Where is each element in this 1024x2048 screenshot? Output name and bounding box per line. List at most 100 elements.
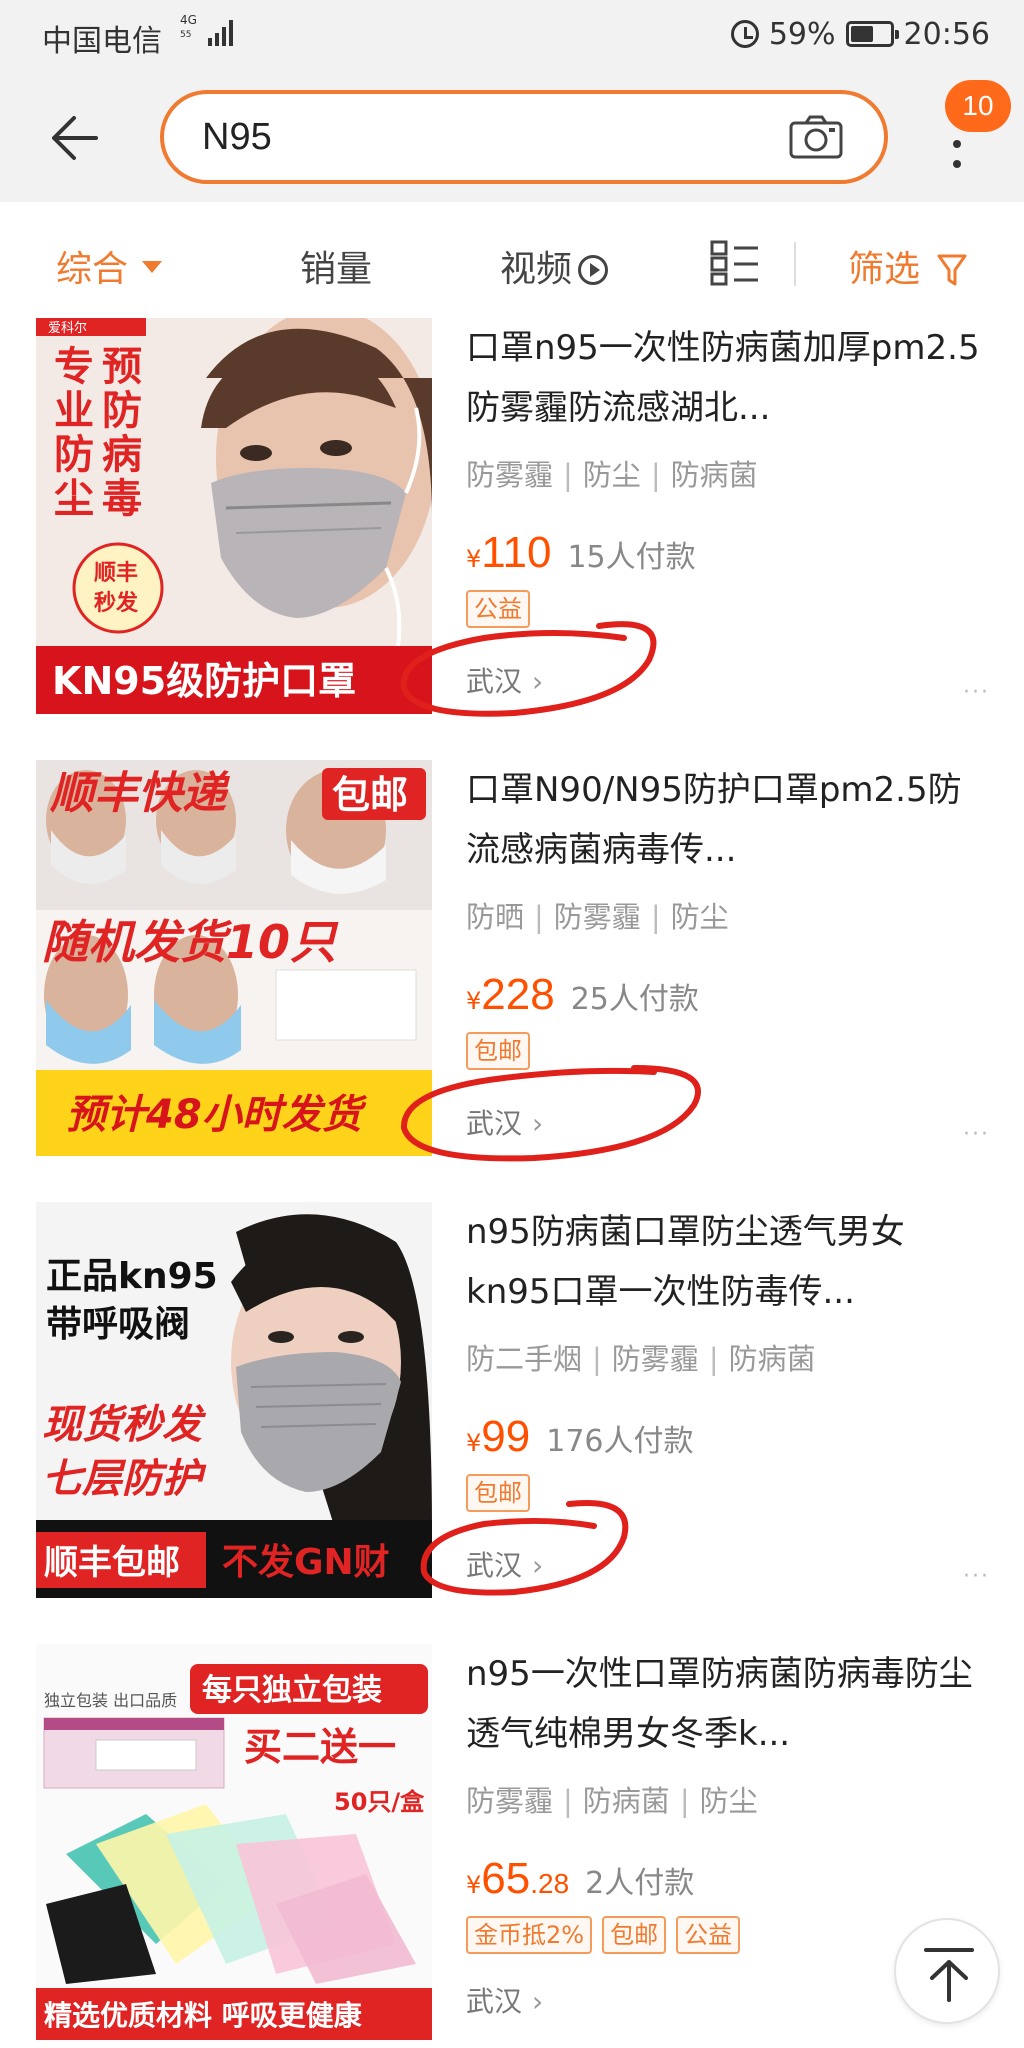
arrow-up-icon <box>924 1948 974 2002</box>
shop-location[interactable]: 武汉 › <box>466 660 986 700</box>
thumb-mid-2: 七层防护 <box>42 1456 207 1502</box>
thumb-badge-2: 秒发 <box>94 590 139 616</box>
funnel-icon <box>937 254 967 286</box>
more-dots-icon[interactable]: ··· <box>963 680 990 705</box>
thumb-top-left: 顺丰快递 <box>49 768 231 819</box>
sales-count: 176人付款 <box>546 1424 694 1459</box>
product-card[interactable]: 正品kn95 带呼吸阀 现货秒发 七层防护 顺丰包邮 不发GN财 n95防病菌口… <box>0 1202 1024 1642</box>
message-count-badge: 10 <box>945 80 1011 132</box>
price-line: ¥110 15人付款 <box>466 528 696 577</box>
product-price: 228 <box>481 970 555 1019</box>
chip-charity: 公益 <box>466 590 530 628</box>
thumb-top-left: 独立包装 出口品质 <box>44 1691 177 1710</box>
svg-text:防: 防 <box>54 432 94 478</box>
product-tags: 防二手烟 | 防雾霾 | 防病菌 <box>466 1342 816 1376</box>
product-card[interactable]: 独立包装 出口品质 每只独立包装 买二送一 50只/盒 精选优质材料 呼吸更健康… <box>0 1644 1024 2048</box>
search-results-page: 中国电信 4G 55 59% 20:56 N95 10 综合 销量 视频 筛选 … <box>0 0 1024 2048</box>
thumb-mid: 随机发货10只 <box>42 915 339 969</box>
product-info: 口罩n95一次性防病菌加厚pm2.5防雾霾防流感湖北... 防雾霾 | 防尘 | 防病菌… <box>466 318 986 700</box>
thumb-top-1: 正品kn95 <box>46 1256 218 1297</box>
shop-location[interactable]: 武汉 › <box>466 1544 986 1584</box>
svg-text:毒: 毒 <box>102 476 142 522</box>
price-line: ¥228 25人付款 <box>466 970 699 1019</box>
product-card[interactable]: 顺丰快递 包邮 随机发货10只 预计48小时发货 口罩N90/N95防护口罩pm… <box>0 760 1024 1200</box>
price-line: ¥99 176人付款 <box>466 1412 694 1461</box>
chip-free-shipping: 包邮 <box>466 1032 530 1070</box>
filter-button[interactable]: 筛选 <box>848 240 967 292</box>
back-to-top-button[interactable] <box>894 1918 1000 2024</box>
thumb-side-text-2: 预 <box>102 344 142 390</box>
search-header: N95 10 <box>0 70 1024 202</box>
product-price: 99 <box>481 1412 531 1461</box>
product-info: n95防病菌口罩防尘透气男女kn95口罩一次性防毒传... 防二手烟 | 防雾霾 | 防… <box>466 1202 986 1584</box>
search-input[interactable]: N95 <box>160 90 888 184</box>
product-price: 110 <box>481 528 552 577</box>
promo-chips: 包邮 <box>466 1032 986 1074</box>
battery-icon <box>845 21 899 47</box>
thumb-top-right: 包邮 <box>332 773 408 817</box>
clock: 20:56 <box>903 16 990 52</box>
sales-count: 25人付款 <box>570 982 699 1017</box>
thumb-top-right: 每只独立包装 <box>202 1673 382 1708</box>
product-image[interactable]: 爱科尔 专 业 防 尘 预 防 病 毒 顺丰 秒发 KN95级防护口罩 <box>36 318 432 714</box>
chip-free-shipping: 包邮 <box>602 1916 667 1954</box>
shop-location[interactable]: 武汉 › <box>466 1102 986 1142</box>
price-line: ¥65.28 2人付款 <box>466 1854 695 1903</box>
chip-free-shipping: 包邮 <box>466 1474 530 1512</box>
svg-text:防: 防 <box>102 388 142 434</box>
sort-filter-bar: 综合 销量 视频 筛选 <box>0 202 1024 314</box>
product-image[interactable]: 顺丰快递 包邮 随机发货10只 预计48小时发货 <box>36 760 432 1156</box>
search-query-text: N95 <box>202 116 272 158</box>
thumb-banner: KN95级防护口罩 <box>52 659 356 703</box>
sort-sales[interactable]: 销量 <box>300 240 372 292</box>
product-info: 口罩N90/N95防护口罩pm2.5防流感病菌病毒传... 防晒 | 防雾霾 | 防尘 … <box>466 760 986 1142</box>
thumb-bottom: 预计48小时发货 <box>66 1092 368 1138</box>
signal-icon <box>208 20 234 46</box>
chip-charity: 公益 <box>676 1916 741 1954</box>
status-bar: 中国电信 4G 55 59% 20:56 <box>0 0 1024 70</box>
status-right: 59% 20:56 <box>730 14 990 54</box>
carrier-name: 中国电信 <box>42 24 162 59</box>
chip-coin-discount: 金币抵2% <box>466 1916 593 1954</box>
product-price: 65 <box>481 1854 531 1903</box>
video-filter[interactable]: 视频 <box>500 240 609 292</box>
sales-count: 2人付款 <box>585 1866 695 1901</box>
dropdown-caret-icon <box>142 261 163 273</box>
product-tags: 防雾霾 | 防病菌 | 防尘 <box>466 1784 758 1818</box>
thumb-bottom-right: 不发GN财 <box>222 1542 390 1583</box>
thumb-badge-1: 顺丰 <box>94 561 138 586</box>
svg-text:业: 业 <box>54 388 94 434</box>
thumb-count: 50只/盒 <box>334 1788 425 1816</box>
product-image[interactable]: 独立包装 出口品质 每只独立包装 买二送一 50只/盒 精选优质材料 呼吸更健康 <box>36 1644 432 2040</box>
thumb-side-text-1: 专 <box>54 344 94 390</box>
camera-icon[interactable] <box>788 114 844 160</box>
battery-percent: 59% <box>768 16 836 52</box>
product-title[interactable]: n95防病菌口罩防尘透气男女kn95口罩一次性防毒传... <box>466 1202 986 1322</box>
thumb-mid-1: 现货秒发 <box>42 1402 207 1448</box>
product-tags: 防雾霾 | 防尘 | 防病菌 <box>466 458 758 492</box>
promo-chips: 公益 <box>466 590 986 632</box>
product-card[interactable]: 爱科尔 专 业 防 尘 预 防 病 毒 顺丰 秒发 KN95级防护口罩 口罩n9… <box>0 318 1024 758</box>
thumb-promo: 买二送一 <box>244 1725 396 1769</box>
list-grid-toggle-icon[interactable] <box>710 240 760 286</box>
svg-text:尘: 尘 <box>54 476 94 522</box>
more-dots-icon[interactable]: ··· <box>963 1122 990 1147</box>
product-title[interactable]: n95一次性口罩防病菌防病毒防尘透气纯棉男女冬季k... <box>466 1644 986 1764</box>
product-image[interactable]: 正品kn95 带呼吸阀 现货秒发 七层防护 顺丰包邮 不发GN财 <box>36 1202 432 1598</box>
thumb-top-2: 带呼吸阀 <box>46 1304 190 1345</box>
sales-count: 15人付款 <box>567 540 696 575</box>
thumb-top-tag: 爱科尔 <box>48 321 87 336</box>
product-tags: 防晒 | 防雾霾 | 防尘 <box>466 900 729 934</box>
more-dots-icon[interactable]: ··· <box>963 1564 990 1589</box>
network-type: 4G 55 <box>180 13 197 41</box>
filter-divider <box>794 242 796 286</box>
alarm-icon <box>730 20 759 48</box>
product-title[interactable]: 口罩N90/N95防护口罩pm2.5防流感病菌病毒传... <box>466 760 986 880</box>
product-title[interactable]: 口罩n95一次性防病菌加厚pm2.5防雾霾防流感湖北... <box>466 318 986 438</box>
svg-text:病: 病 <box>102 432 142 478</box>
thumb-bottom-left: 顺丰包邮 <box>44 1543 180 1583</box>
sort-comprehensive[interactable]: 综合 <box>56 240 163 292</box>
back-arrow-icon[interactable] <box>48 112 100 164</box>
play-icon <box>578 255 609 285</box>
promo-chips: 包邮 <box>466 1474 986 1516</box>
